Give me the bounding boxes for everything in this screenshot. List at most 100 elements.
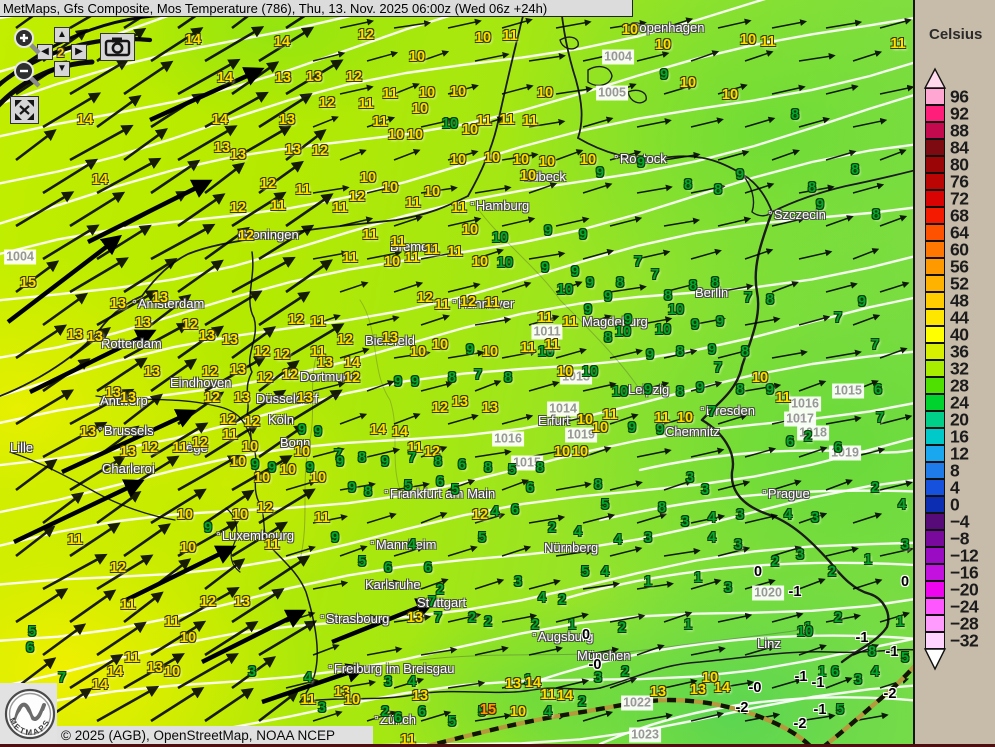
- pan-right-button[interactable]: ▶: [71, 44, 87, 60]
- temperature-value: 7: [58, 671, 66, 685]
- temperature-value: 5: [451, 483, 459, 497]
- temperature-value: 10: [344, 693, 360, 707]
- temperature-value: 5: [901, 651, 909, 665]
- temperature-value: 4: [408, 538, 416, 552]
- temperature-value: 10: [254, 471, 270, 485]
- temperature-value: 10: [242, 440, 258, 454]
- temperature-value: 6: [394, 711, 402, 725]
- temperature-value: 9: [584, 303, 592, 317]
- temperature-value: 8: [714, 183, 722, 197]
- zoom-level-indicator: 2: [57, 45, 64, 60]
- city-marker-icon: °: [370, 538, 375, 552]
- temperature-value: 8: [851, 163, 859, 177]
- temperature-value: 10: [432, 338, 448, 352]
- city-marker-icon: °: [320, 612, 325, 626]
- temperature-value: 9: [708, 343, 716, 357]
- temperature-value: 0: [901, 575, 909, 589]
- temperature-value: 12: [282, 368, 298, 382]
- fullscreen-button[interactable]: [10, 96, 39, 124]
- logo-box[interactable]: METMAPS: [0, 683, 57, 744]
- city-label: Rotterdam: [101, 337, 162, 351]
- zoom-in-button[interactable]: [12, 27, 42, 55]
- temperature-value: 2: [621, 665, 629, 679]
- temperature-value: 13: [407, 611, 423, 625]
- temperature-value: -2: [884, 687, 897, 701]
- temperature-value: 12: [142, 441, 158, 455]
- copyright-text: © 2025 (AGB), OpenStreetMap, NOAA NCEP: [61, 728, 335, 743]
- pan-up-button[interactable]: ▲: [54, 27, 70, 43]
- temperature-value: 10: [409, 50, 425, 64]
- temperature-value: -2: [736, 701, 749, 715]
- temperature-value: 9: [628, 421, 636, 435]
- city-name: Prague: [768, 486, 810, 501]
- legend-color-block: [925, 564, 945, 581]
- temperature-value: -1: [886, 645, 899, 659]
- city-name: Linz: [757, 636, 781, 651]
- temperature-value: 13: [230, 363, 246, 377]
- temperature-value: 9: [579, 228, 587, 242]
- temperature-value: 6: [384, 561, 392, 575]
- temperature-value: 2: [381, 705, 389, 719]
- city-marker-icon: °: [452, 297, 457, 311]
- temperature-value: 13: [105, 386, 121, 400]
- temperature-value: 10: [280, 463, 296, 477]
- temperature-value: 10: [582, 365, 598, 379]
- zoom-out-button[interactable]: [12, 60, 42, 88]
- weather-map[interactable]: 1004100510041011101310141019101610151015…: [0, 0, 913, 744]
- temperature-value: 8: [872, 208, 880, 222]
- temperature-value: 8: [741, 345, 749, 359]
- screenshot-button[interactable]: [100, 33, 135, 61]
- pressure-label: 1004: [602, 50, 634, 65]
- temperature-value: -1: [812, 676, 825, 690]
- temperature-value: 9: [736, 168, 744, 182]
- temperature-value: 11: [520, 341, 535, 355]
- temperature-value: 3: [594, 671, 602, 685]
- temperature-value: 10: [655, 323, 671, 337]
- temperature-value: 3: [686, 471, 694, 485]
- temperature-value: 10: [554, 445, 570, 459]
- temperature-value: 8: [434, 455, 442, 469]
- temperature-value: 10: [382, 181, 398, 195]
- legend-color-block: [925, 326, 945, 343]
- temperature-value: 5: [601, 498, 609, 512]
- temperature-value: 10: [680, 76, 696, 90]
- temperature-value: 9: [411, 375, 419, 389]
- temperature-value: 9: [314, 425, 322, 439]
- temperature-value: 11: [264, 538, 279, 552]
- temperature-value: 10: [450, 153, 466, 167]
- magnifier-handle: [31, 78, 39, 86]
- temperature-value: 9: [660, 68, 668, 82]
- legend-color-block: [925, 292, 945, 309]
- city-marker-icon: °: [762, 487, 767, 501]
- temperature-value: 14: [212, 113, 228, 127]
- city-name: Brussels: [104, 423, 154, 438]
- temperature-value: 3: [514, 575, 522, 589]
- pan-down-button[interactable]: ▼: [54, 61, 70, 77]
- temperature-value: 7: [876, 411, 884, 425]
- temperature-value: 11: [654, 411, 669, 425]
- temperature-value: 14: [107, 665, 123, 679]
- temperature-value: 4: [784, 508, 792, 522]
- temperature-value: 13: [87, 330, 103, 344]
- temperature-value: -2: [794, 717, 807, 731]
- temperature-value: 13: [214, 141, 230, 155]
- map-graphics-layer: [0, 0, 913, 744]
- temperature-value: 2: [804, 430, 812, 444]
- temperature-value: 13: [234, 595, 250, 609]
- temperature-value: 2: [834, 611, 842, 625]
- temperature-value: 14: [274, 35, 290, 49]
- temperature-value: 8: [736, 383, 744, 397]
- temperature-value: 11: [222, 428, 237, 442]
- temperature-value: 11: [124, 651, 139, 665]
- temperature-value: 12: [337, 333, 353, 347]
- temperature-value: 6: [26, 641, 34, 655]
- temperature-value: 8: [808, 181, 816, 195]
- temperature-value: 10: [407, 128, 423, 142]
- city-name: Strasbourg: [326, 611, 390, 626]
- legend-color-block: [925, 122, 945, 139]
- temperature-value: 3: [734, 538, 742, 552]
- temperature-value: 13: [279, 113, 295, 127]
- legend-color-block: [925, 411, 945, 428]
- temperature-value: 9: [696, 381, 704, 395]
- city-label: Karlsruhe: [365, 578, 421, 592]
